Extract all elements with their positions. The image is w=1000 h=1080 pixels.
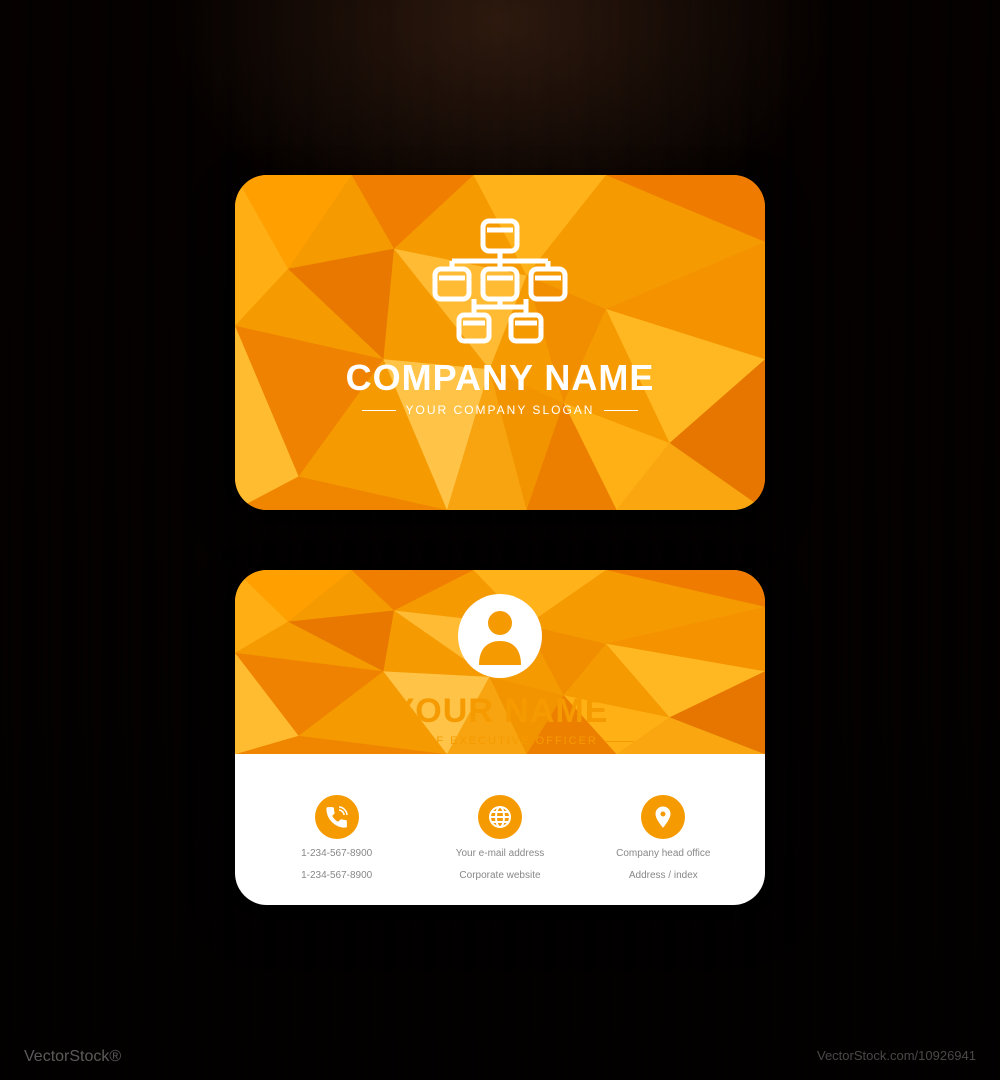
contact-web: Your e-mail address Corporate website (425, 795, 575, 883)
contact-line: Corporate website (459, 869, 540, 883)
hierarchy-icon (425, 217, 575, 347)
contact-line: 1-234-567-8900 (301, 869, 372, 883)
wood-glare (0, 0, 1000, 1080)
business-card-back: YOUR NAME CHIEF EXECUTIVE OFFICER 1-234-… (235, 570, 765, 905)
watermark-right: VectorStock.com/10926941 (817, 1048, 976, 1066)
contact-row: 1-234-567-8900 1-234-567-8900 Your e-mai… (235, 795, 765, 883)
company-name: COMPANY NAME (346, 357, 655, 399)
contact-address: Company head office Address / index (588, 795, 738, 883)
person-name: YOUR NAME (235, 692, 765, 731)
contact-line: Company head office (616, 847, 710, 861)
contact-line: 1-234-567-8900 (301, 847, 372, 861)
company-slogan: YOUR COMPANY SLOGAN (352, 403, 649, 417)
avatar-placeholder (458, 594, 542, 678)
watermark-left: VectorStock® (24, 1048, 121, 1066)
contact-line: Your e-mail address (456, 847, 545, 861)
business-card-front: COMPANY NAME YOUR COMPANY SLOGAN (235, 175, 765, 510)
contact-line: Address / index (629, 869, 698, 883)
phone-icon (315, 795, 359, 839)
contact-phone: 1-234-567-8900 1-234-567-8900 (262, 795, 412, 883)
watermark: VectorStock® VectorStock.com/10926941 (0, 1048, 1000, 1066)
pin-icon (641, 795, 685, 839)
globe-icon (478, 795, 522, 839)
job-title: CHIEF EXECUTIVE OFFICER (235, 735, 765, 747)
